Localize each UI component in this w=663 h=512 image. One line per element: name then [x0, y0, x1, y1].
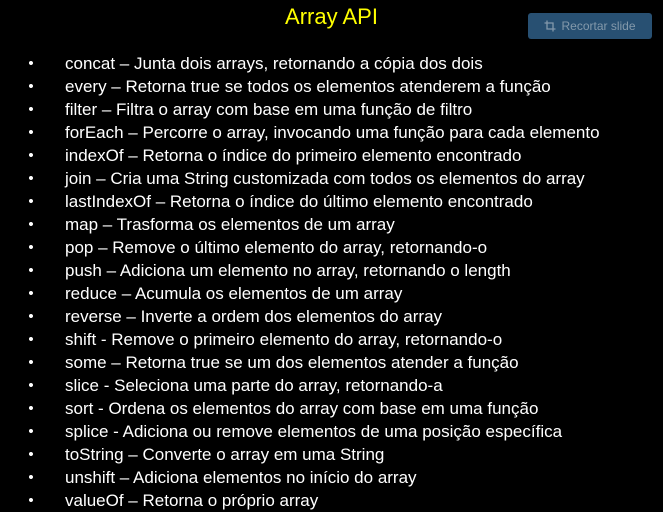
- bullet-icon: •: [28, 492, 34, 509]
- list-item-text: toString – Converte o array em uma Strin…: [65, 445, 385, 464]
- bullet-icon: •: [28, 308, 34, 325]
- clip-icon: [544, 20, 556, 32]
- list-item-text: unshift – Adiciona elementos no início d…: [65, 468, 417, 487]
- list-item-text: sort - Ordena os elementos do array com …: [65, 399, 539, 418]
- list-item-text: forEach – Percorre o array, invocando um…: [65, 123, 600, 142]
- list-item-text: filter – Filtra o array com base em uma …: [65, 100, 473, 119]
- list-item-text: lastIndexOf – Retorna o índice do último…: [65, 192, 533, 211]
- bullet-icon: •: [28, 55, 34, 72]
- bullet-icon: •: [28, 377, 34, 394]
- list-item-text: concat – Junta dois arrays, retornando a…: [65, 54, 483, 73]
- bullet-icon: •: [28, 78, 34, 95]
- list-item-text: map – Trasforma os elementos de um array: [65, 215, 395, 234]
- bullet-icon: •: [28, 285, 34, 302]
- bullet-icon: •: [28, 124, 34, 141]
- list-item-text: pop – Remove o último elemento do array,…: [65, 238, 488, 257]
- list-item-text: slice - Seleciona uma parte do array, re…: [65, 376, 443, 395]
- list-item-text: join – Cria uma String customizada com t…: [65, 169, 585, 188]
- list-item-text: reduce – Acumula os elementos de um arra…: [65, 284, 403, 303]
- bullet-icon: •: [28, 170, 34, 187]
- bullet-icon: •: [28, 193, 34, 210]
- bullet-icon: •: [28, 216, 34, 233]
- clip-slide-button[interactable]: Recortar slide: [528, 13, 652, 39]
- bullet-icon: •: [28, 101, 34, 118]
- list-item-text: some – Retorna true se um dos elementos …: [65, 353, 519, 372]
- list-item-text: shift - Remove o primeiro elemento do ar…: [65, 330, 503, 349]
- bullet-icon: •: [28, 262, 34, 279]
- list-item-text: every – Retorna true se todos os element…: [65, 77, 551, 96]
- bullet-icon: •: [28, 239, 34, 256]
- list-item-text: valueOf – Retorna o próprio array: [65, 491, 319, 510]
- list-item-text: splice - Adiciona ou remove elementos de…: [65, 422, 563, 441]
- bullet-icon: •: [28, 423, 34, 440]
- slide: Array API Recortar slide • concat – Junta…: [0, 0, 663, 512]
- clip-slide-label: Recortar slide: [561, 19, 636, 33]
- bullet-icon: •: [28, 446, 34, 463]
- bullet-icon: •: [28, 469, 34, 486]
- list-item-text: indexOf – Retorna o índice do primeiro e…: [65, 146, 522, 165]
- bullet-icon: •: [28, 354, 34, 371]
- list-item-text: push – Adiciona um elemento no array, re…: [65, 261, 511, 280]
- bullet-icon: •: [28, 400, 34, 417]
- list-item-text: reverse – Inverte a ordem dos elementos …: [65, 307, 443, 326]
- bullet-icon: •: [28, 147, 34, 164]
- bullet-icon: •: [28, 331, 34, 348]
